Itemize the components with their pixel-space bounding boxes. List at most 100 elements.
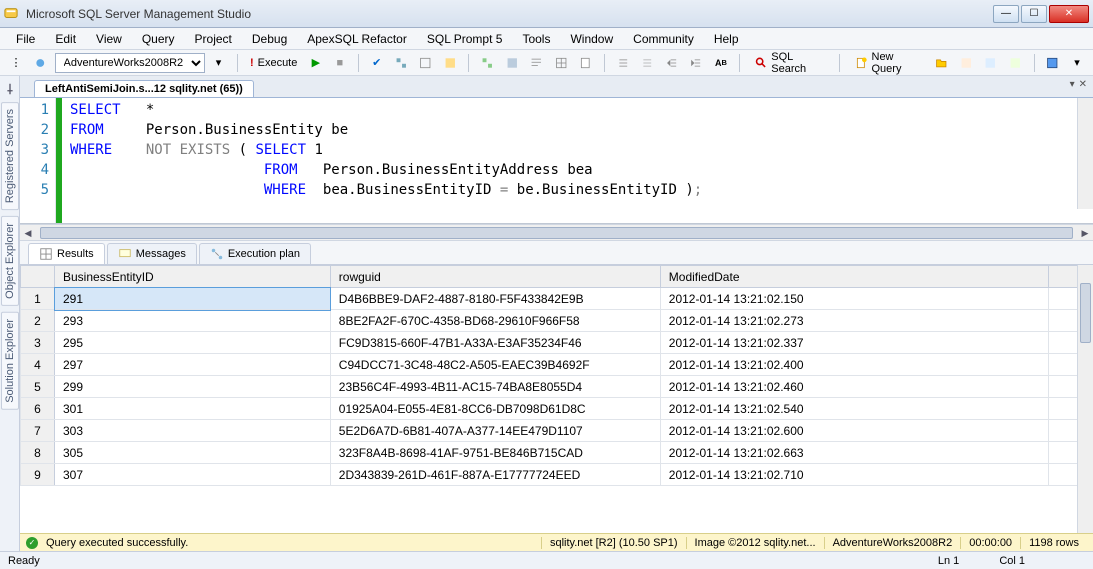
comment-button[interactable] bbox=[613, 53, 634, 73]
menu-apexsql[interactable]: ApexSQL Refactor bbox=[299, 30, 415, 48]
row-number[interactable]: 5 bbox=[21, 376, 55, 398]
execution-plan-tab[interactable]: Execution plan bbox=[199, 243, 311, 264]
database-dropdown[interactable]: AdventureWorks2008R2 bbox=[55, 53, 205, 73]
close-button[interactable]: ✕ bbox=[1049, 5, 1089, 23]
cell-businessentityid[interactable]: 293 bbox=[55, 310, 331, 332]
cell-businessentityid[interactable]: 305 bbox=[55, 442, 331, 464]
scroll-thumb[interactable] bbox=[1080, 283, 1091, 343]
cell-rowguid[interactable]: 5E2D6A7D-6B81-407A-A377-14EE479D1107 bbox=[330, 420, 660, 442]
new-query-button[interactable]: New Query bbox=[848, 53, 927, 73]
open-file-button[interactable] bbox=[931, 53, 952, 73]
row-number[interactable]: 7 bbox=[21, 420, 55, 442]
actual-plan-button[interactable] bbox=[477, 53, 498, 73]
editor-vertical-scrollbar[interactable] bbox=[1077, 98, 1093, 209]
results-tab[interactable]: Results bbox=[28, 243, 105, 264]
stop-button[interactable]: ■ bbox=[330, 53, 350, 73]
outdent-button[interactable] bbox=[686, 53, 707, 73]
cell-modifieddate[interactable]: 2012-01-14 13:21:02.600 bbox=[660, 420, 1049, 442]
cell-rowguid[interactable]: D4B6BBE9-DAF2-4887-8180-F5F433842E9B bbox=[330, 288, 660, 310]
row-number[interactable]: 8 bbox=[21, 442, 55, 464]
table-row[interactable]: 1291D4B6BBE9-DAF2-4887-8180-F5F433842E9B… bbox=[21, 288, 1093, 310]
pin-icon[interactable] bbox=[3, 82, 17, 96]
cell-rowguid[interactable]: FC9D3815-660F-47B1-A33A-E3AF35234F46 bbox=[330, 332, 660, 354]
estimated-plan-button[interactable] bbox=[391, 53, 412, 73]
close-tab-icon[interactable]: ✕ bbox=[1079, 79, 1087, 90]
change-connection-button[interactable] bbox=[30, 53, 51, 73]
menu-view[interactable]: View bbox=[88, 30, 130, 48]
menu-community[interactable]: Community bbox=[625, 30, 702, 48]
db-engine-query-button[interactable] bbox=[956, 53, 977, 73]
menu-sqlprompt[interactable]: SQL Prompt 5 bbox=[419, 30, 511, 48]
cell-modifieddate[interactable]: 2012-01-14 13:21:02.337 bbox=[660, 332, 1049, 354]
client-stats-button[interactable] bbox=[502, 53, 523, 73]
results-to-text-button[interactable] bbox=[526, 53, 547, 73]
sql-search-button[interactable]: SQL Search bbox=[748, 53, 831, 73]
scroll-right-icon[interactable]: ▶ bbox=[1077, 225, 1093, 241]
cell-rowguid[interactable]: 323F8A4B-8698-41AF-9751-BE846B715CAD bbox=[330, 442, 660, 464]
menu-debug[interactable]: Debug bbox=[244, 30, 295, 48]
scroll-left-icon[interactable]: ◀ bbox=[20, 225, 36, 241]
document-tab[interactable]: LeftAntiSemiJoin.s...12 sqlity.net (65)) bbox=[34, 80, 254, 97]
table-row[interactable]: 93072D343839-261D-461F-887A-E17777724EED… bbox=[21, 464, 1093, 486]
menu-file[interactable]: File bbox=[8, 30, 43, 48]
row-number[interactable]: 6 bbox=[21, 398, 55, 420]
cell-modifieddate[interactable]: 2012-01-14 13:21:02.663 bbox=[660, 442, 1049, 464]
cell-businessentityid[interactable]: 301 bbox=[55, 398, 331, 420]
cell-modifieddate[interactable]: 2012-01-14 13:21:02.150 bbox=[660, 288, 1049, 310]
messages-tab[interactable]: Messages bbox=[107, 243, 197, 264]
maximize-button[interactable]: ☐ bbox=[1021, 5, 1047, 23]
table-row[interactable]: 22938BE2FA2F-670C-4358-BD68-29610F966F58… bbox=[21, 310, 1093, 332]
cell-modifieddate[interactable]: 2012-01-14 13:21:02.540 bbox=[660, 398, 1049, 420]
results-vertical-scrollbar[interactable] bbox=[1077, 265, 1093, 533]
sql-text[interactable]: SELECT * FROM Person.BusinessEntity be W… bbox=[62, 98, 1093, 223]
cell-businessentityid[interactable]: 297 bbox=[55, 354, 331, 376]
toolbar-overflow-icon[interactable]: ▾ bbox=[1067, 53, 1087, 73]
row-number[interactable]: 2 bbox=[21, 310, 55, 332]
results-to-file-button[interactable] bbox=[575, 53, 596, 73]
registered-servers-tab[interactable]: Registered Servers bbox=[1, 102, 19, 210]
table-row[interactable]: 529923B56C4F-4993-4B11-AC15-74BA8E8055D4… bbox=[21, 376, 1093, 398]
solution-explorer-tab[interactable]: Solution Explorer bbox=[1, 312, 19, 410]
cell-rowguid[interactable]: C94DCC71-3C48-48C2-A505-EAEC39B4692F bbox=[330, 354, 660, 376]
cell-modifieddate[interactable]: 2012-01-14 13:21:02.710 bbox=[660, 464, 1049, 486]
uncomment-button[interactable] bbox=[637, 53, 658, 73]
column-header-rowguid[interactable]: rowguid bbox=[330, 266, 660, 288]
cell-rowguid[interactable]: 8BE2FA2F-670C-4358-BD68-29610F966F58 bbox=[330, 310, 660, 332]
scroll-thumb[interactable] bbox=[40, 227, 1073, 239]
debug-button[interactable]: ▶ bbox=[306, 53, 326, 73]
sql-editor[interactable]: 1 2 3 4 5 SELECT * FROM Person.BusinessE… bbox=[20, 98, 1093, 224]
cell-businessentityid[interactable]: 295 bbox=[55, 332, 331, 354]
cell-rowguid[interactable]: 2D343839-261D-461F-887A-E17777724EED bbox=[330, 464, 660, 486]
indent-button[interactable] bbox=[662, 53, 683, 73]
table-row[interactable]: 8305323F8A4B-8698-41AF-9751-BE846B715CAD… bbox=[21, 442, 1093, 464]
cell-businessentityid[interactable]: 303 bbox=[55, 420, 331, 442]
minimize-button[interactable]: — bbox=[993, 5, 1019, 23]
save-button[interactable] bbox=[1042, 53, 1063, 73]
row-number[interactable]: 1 bbox=[21, 288, 55, 310]
cell-modifieddate[interactable]: 2012-01-14 13:21:02.460 bbox=[660, 376, 1049, 398]
mdx-query-button[interactable] bbox=[980, 53, 1001, 73]
active-files-dropdown-icon[interactable]: ▾ bbox=[1070, 79, 1075, 90]
column-header-modifieddate[interactable]: ModifiedDate bbox=[660, 266, 1049, 288]
dmx-query-button[interactable] bbox=[1005, 53, 1026, 73]
table-row[interactable]: 4297C94DCC71-3C48-48C2-A505-EAEC39B4692F… bbox=[21, 354, 1093, 376]
cell-businessentityid[interactable]: 291 bbox=[55, 288, 331, 310]
query-options-button[interactable] bbox=[415, 53, 436, 73]
execute-button[interactable]: !Execute bbox=[245, 53, 301, 73]
row-header-corner[interactable] bbox=[21, 266, 55, 288]
cell-businessentityid[interactable]: 299 bbox=[55, 376, 331, 398]
menu-tools[interactable]: Tools bbox=[514, 30, 558, 48]
cell-modifieddate[interactable]: 2012-01-14 13:21:02.273 bbox=[660, 310, 1049, 332]
row-number[interactable]: 9 bbox=[21, 464, 55, 486]
parse-button[interactable]: ✔ bbox=[367, 53, 387, 73]
row-number[interactable]: 4 bbox=[21, 354, 55, 376]
editor-horizontal-scrollbar[interactable]: ◀ ▶ bbox=[20, 224, 1093, 240]
menu-window[interactable]: Window bbox=[562, 30, 621, 48]
dropdown-arrow-icon[interactable]: ▾ bbox=[209, 53, 229, 73]
menu-query[interactable]: Query bbox=[134, 30, 183, 48]
table-row[interactable]: 73035E2D6A7D-6B81-407A-A377-14EE479D1107… bbox=[21, 420, 1093, 442]
cell-rowguid[interactable]: 01925A04-E055-4E81-8CC6-DB7098D61D8C bbox=[330, 398, 660, 420]
menu-project[interactable]: Project bbox=[187, 30, 240, 48]
intellisense-button[interactable] bbox=[440, 53, 461, 73]
cell-modifieddate[interactable]: 2012-01-14 13:21:02.400 bbox=[660, 354, 1049, 376]
